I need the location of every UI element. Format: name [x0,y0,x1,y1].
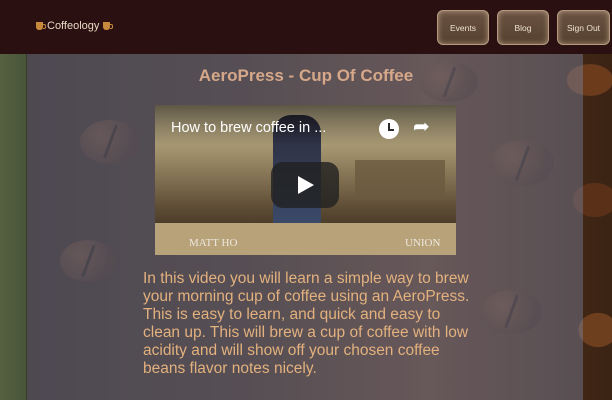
brand-logo[interactable]: Coffeology [34,20,114,32]
share-icon[interactable]: ➦ [413,117,430,137]
play-button[interactable] [271,162,339,208]
brand-name: Coffeology [47,20,100,32]
video-player[interactable]: How to brew coffee in ... ➦ MATT HO UNIO… [155,105,456,255]
video-scene-shelf [355,160,445,200]
page-title: AeroPress - Cup Of Coffee [198,66,414,85]
nav-blog-button[interactable]: Blog [497,10,549,45]
video-description: In this video you will learn a simple wa… [143,270,470,377]
coffee-cup-icon [103,22,114,30]
video-watermark-left: MATT HO [189,237,238,249]
top-navigation-bar: Coffeology Events Blog Sign Out [0,0,612,54]
nav-sign-out-button[interactable]: Sign Out [557,10,610,45]
video-title[interactable]: How to brew coffee in ... [171,120,326,136]
coffee-cup-icon [36,22,46,30]
nav-events-button[interactable]: Events [437,10,489,45]
video-watermark-right: UNION [405,237,441,249]
watch-later-icon[interactable] [379,119,399,139]
